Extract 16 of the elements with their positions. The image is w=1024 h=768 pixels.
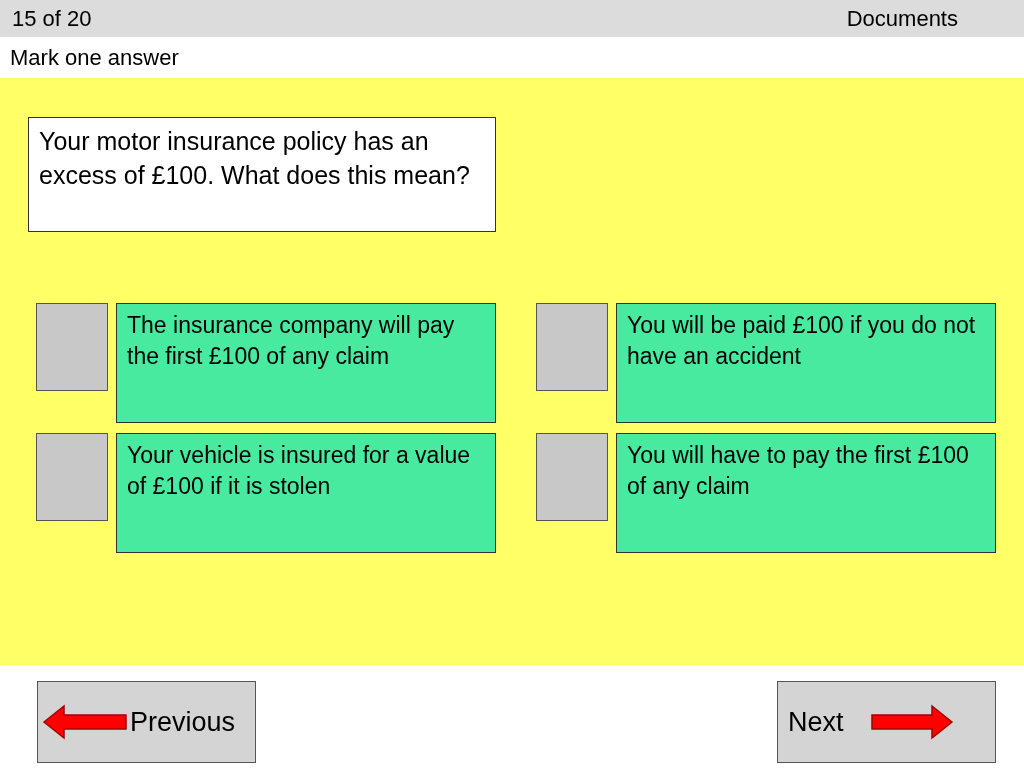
answer-checkbox[interactable]: [36, 433, 108, 521]
question-counter: 15 of 20: [12, 5, 92, 33]
instruction-text: Mark one answer: [10, 44, 179, 72]
answer-checkbox[interactable]: [36, 303, 108, 391]
answer-option[interactable]: You will be paid £100 if you do not have an accident: [616, 303, 996, 423]
answer-option[interactable]: The insurance company will pay the first £100 of any claim: [116, 303, 496, 423]
previous-button[interactable]: Previous: [37, 681, 256, 763]
next-button[interactable]: Next: [777, 681, 996, 763]
answer-option[interactable]: You will have to pay the first £100 of any claim: [616, 433, 996, 553]
question-box: Your motor insurance policy has an excess of £100. What does this mean?: [28, 117, 496, 232]
category-title: Documents: [846, 5, 958, 33]
answer-option[interactable]: Your vehicle is insured for a value of £100 if it is stolen: [116, 433, 496, 553]
answer-checkbox[interactable]: [536, 303, 608, 391]
right-arrow-icon: [869, 704, 956, 740]
answer-checkbox[interactable]: [536, 433, 608, 521]
left-arrow-icon: [42, 704, 128, 740]
